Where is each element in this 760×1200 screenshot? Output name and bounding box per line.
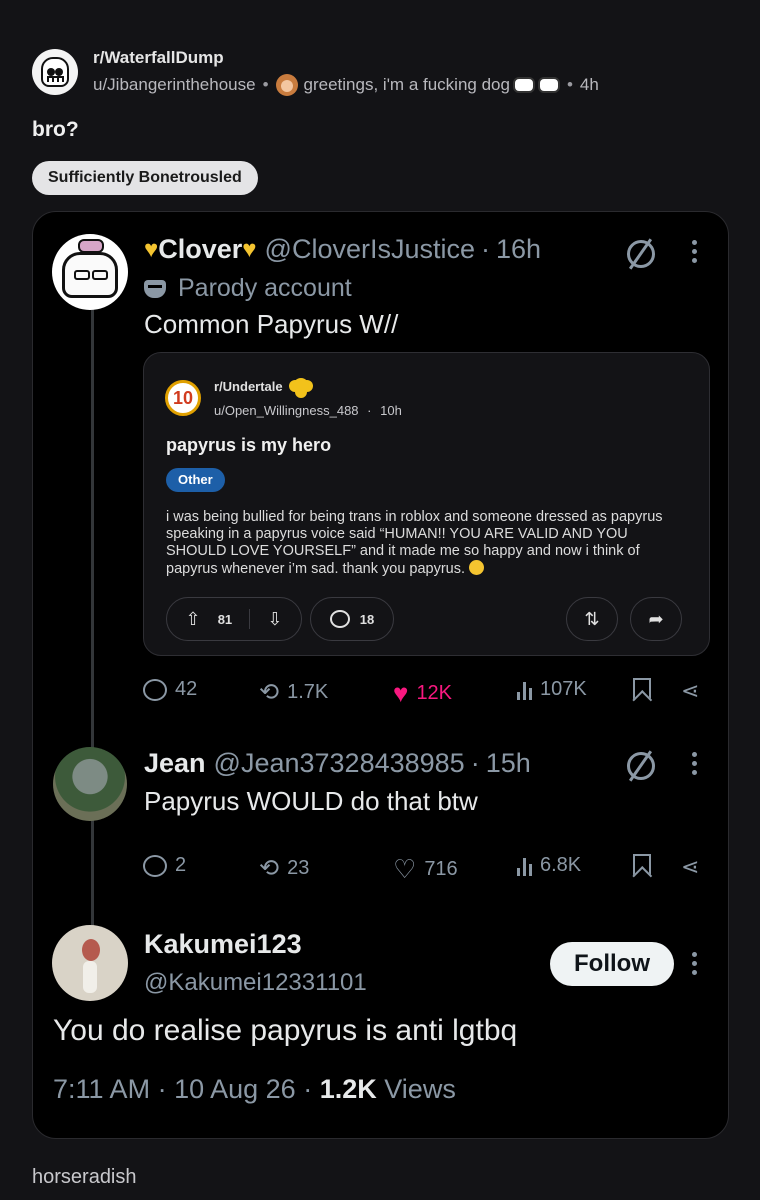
share-button[interactable]: ⋖ — [681, 854, 699, 880]
clover-avatar[interactable] — [52, 234, 128, 310]
bookmark-icon — [633, 678, 651, 700]
share-icon: ⋖ — [681, 678, 700, 703]
bookmark-button[interactable] — [633, 854, 651, 876]
parody-label: Parody account — [144, 274, 352, 303]
tweet3-text: You do realise papyrus is anti lgtbq — [53, 1014, 518, 1047]
tweet2-actions: 2 ⟲ 23 ♡ 716 6.8K ⋖ — [143, 854, 713, 888]
tweet1-header: ♥ Clover ♥ @CloverIsJustice · 16h — [144, 234, 542, 265]
jean-avatar[interactable] — [53, 747, 127, 821]
embed-subreddit[interactable]: r/Undertale — [214, 379, 283, 394]
more-options-icon[interactable] — [692, 752, 698, 776]
tweet3-handle[interactable]: @Kakumei12331101 — [144, 969, 367, 997]
tweet2-handle[interactable]: @Jean37328438985 — [214, 748, 465, 779]
downvote-icon[interactable]: ⇩ — [267, 609, 282, 630]
reply-button[interactable]: 2 — [143, 854, 186, 877]
share-icon: ⋖ — [681, 854, 700, 879]
thread-line — [91, 304, 94, 940]
embedded-reddit-post[interactable]: 10 r/Undertale u/Open_Willingness_488 · … — [143, 352, 710, 656]
swap-icon: ⇅ — [584, 609, 600, 629]
emoji-icon — [469, 560, 485, 575]
flower-icon — [292, 378, 309, 394]
user-flair-text: greetings, i'm a fucking dog — [303, 75, 510, 94]
grok-icon[interactable] — [627, 240, 655, 268]
views-button[interactable]: 6.8K — [517, 854, 581, 877]
comment-icon — [329, 610, 350, 628]
footer-text: horseradish — [32, 1166, 137, 1188]
kakumei-avatar[interactable] — [52, 925, 128, 1001]
tweet2-time: 15h — [485, 748, 531, 778]
tweet2-text: Papyrus WOULD do that btw — [144, 786, 478, 816]
like-button[interactable]: ♥ 12K — [393, 678, 452, 709]
award-button[interactable]: ⇅ — [566, 597, 618, 641]
like-button[interactable]: ♡ 716 — [393, 854, 458, 885]
embed-flair: Other — [166, 468, 225, 492]
tweet1-handle[interactable]: @CloverIsJustice — [265, 234, 475, 265]
tweet1-time: 16h — [496, 234, 542, 264]
reply-icon — [143, 678, 167, 701]
upvote-icon[interactable]: ⇧ — [186, 609, 201, 630]
bookmark-icon — [633, 854, 651, 876]
repost-icon: ⟲ — [259, 855, 280, 882]
tweet1-text: Common Papyrus W// — [144, 309, 399, 339]
share-arrow-icon: ➦ — [648, 609, 664, 629]
comment-count: 18 — [359, 611, 375, 627]
post-username[interactable]: u/Jibangerinthehouse — [93, 75, 256, 95]
tweet3-meta: 7:11 AM · 10 Aug 26 · 1.2K Views — [53, 1074, 456, 1104]
tweet3-views: 1.2K — [319, 1074, 377, 1104]
heart-filled-icon: ♥ — [393, 678, 409, 708]
undertale-subreddit-icon: 10 — [165, 380, 201, 416]
skull-icon — [41, 57, 69, 87]
tweet3-name[interactable]: Kakumei123 — [144, 929, 302, 960]
yellow-heart-icon: ♥ — [242, 235, 257, 263]
bookmark-button[interactable] — [633, 678, 651, 700]
follow-button[interactable]: Follow — [550, 942, 674, 986]
tweet-screenshot: ♥ Clover ♥ @CloverIsJustice · 16h Parody… — [32, 211, 729, 1139]
subreddit-name[interactable]: r/WaterfallDump — [93, 48, 599, 68]
subreddit-avatar[interactable] — [32, 49, 78, 95]
tweet2-name[interactable]: Jean — [144, 748, 206, 779]
embed-username[interactable]: u/Open_Willingness_488 — [214, 403, 359, 418]
repost-icon: ⟲ — [259, 679, 280, 706]
post-header: r/WaterfallDump u/Jibangerinthehouse • g… — [32, 48, 599, 96]
reply-button[interactable]: 42 — [143, 678, 197, 701]
dog-emoji-icon — [537, 77, 560, 93]
more-options-icon[interactable] — [692, 952, 698, 976]
dog-emoji-icon — [512, 77, 535, 93]
upvote-count: 81 — [217, 611, 233, 627]
comments-button[interactable]: 18 — [310, 597, 394, 641]
heart-outline-icon: ♡ — [393, 854, 417, 884]
repost-button[interactable]: ⟲ 1.7K — [259, 678, 328, 707]
post-title[interactable]: bro? — [32, 118, 79, 142]
embed-body: i was being bullied for being trans in r… — [166, 509, 663, 577]
tweet3-date: 10 Aug 26 — [174, 1074, 296, 1104]
embed-title: papyrus is my hero — [166, 435, 332, 455]
tweet1-name[interactable]: Clover — [158, 234, 242, 265]
post-flair[interactable]: Sufficiently Bonetrousled — [32, 161, 258, 195]
vote-control: ⇧ 81 ⇩ — [166, 597, 302, 641]
tweet3-time: 7:11 AM — [53, 1074, 151, 1104]
post-time: 4h — [579, 75, 599, 94]
tweet1-actions: 42 ⟲ 1.7K ♥ 12K 107K ⋖ — [143, 678, 713, 712]
yellow-heart-icon: ♥ — [144, 235, 159, 263]
share-button[interactable]: ➦ — [630, 597, 682, 641]
share-button[interactable]: ⋖ — [681, 678, 699, 704]
embed-time: 10h — [380, 403, 402, 418]
user-flair-icon — [275, 74, 298, 96]
views-icon — [517, 680, 532, 700]
tweet3-views-label: Views — [384, 1074, 456, 1104]
grok-icon[interactable] — [627, 752, 655, 780]
more-options-icon[interactable] — [692, 240, 698, 264]
views-icon — [517, 856, 532, 876]
repost-button[interactable]: ⟲ 23 — [259, 854, 309, 883]
tweet2-header: Jean @Jean37328438985 · 15h — [144, 748, 531, 779]
mask-icon — [144, 279, 166, 298]
views-button[interactable]: 107K — [517, 678, 587, 701]
reply-icon — [143, 854, 167, 877]
